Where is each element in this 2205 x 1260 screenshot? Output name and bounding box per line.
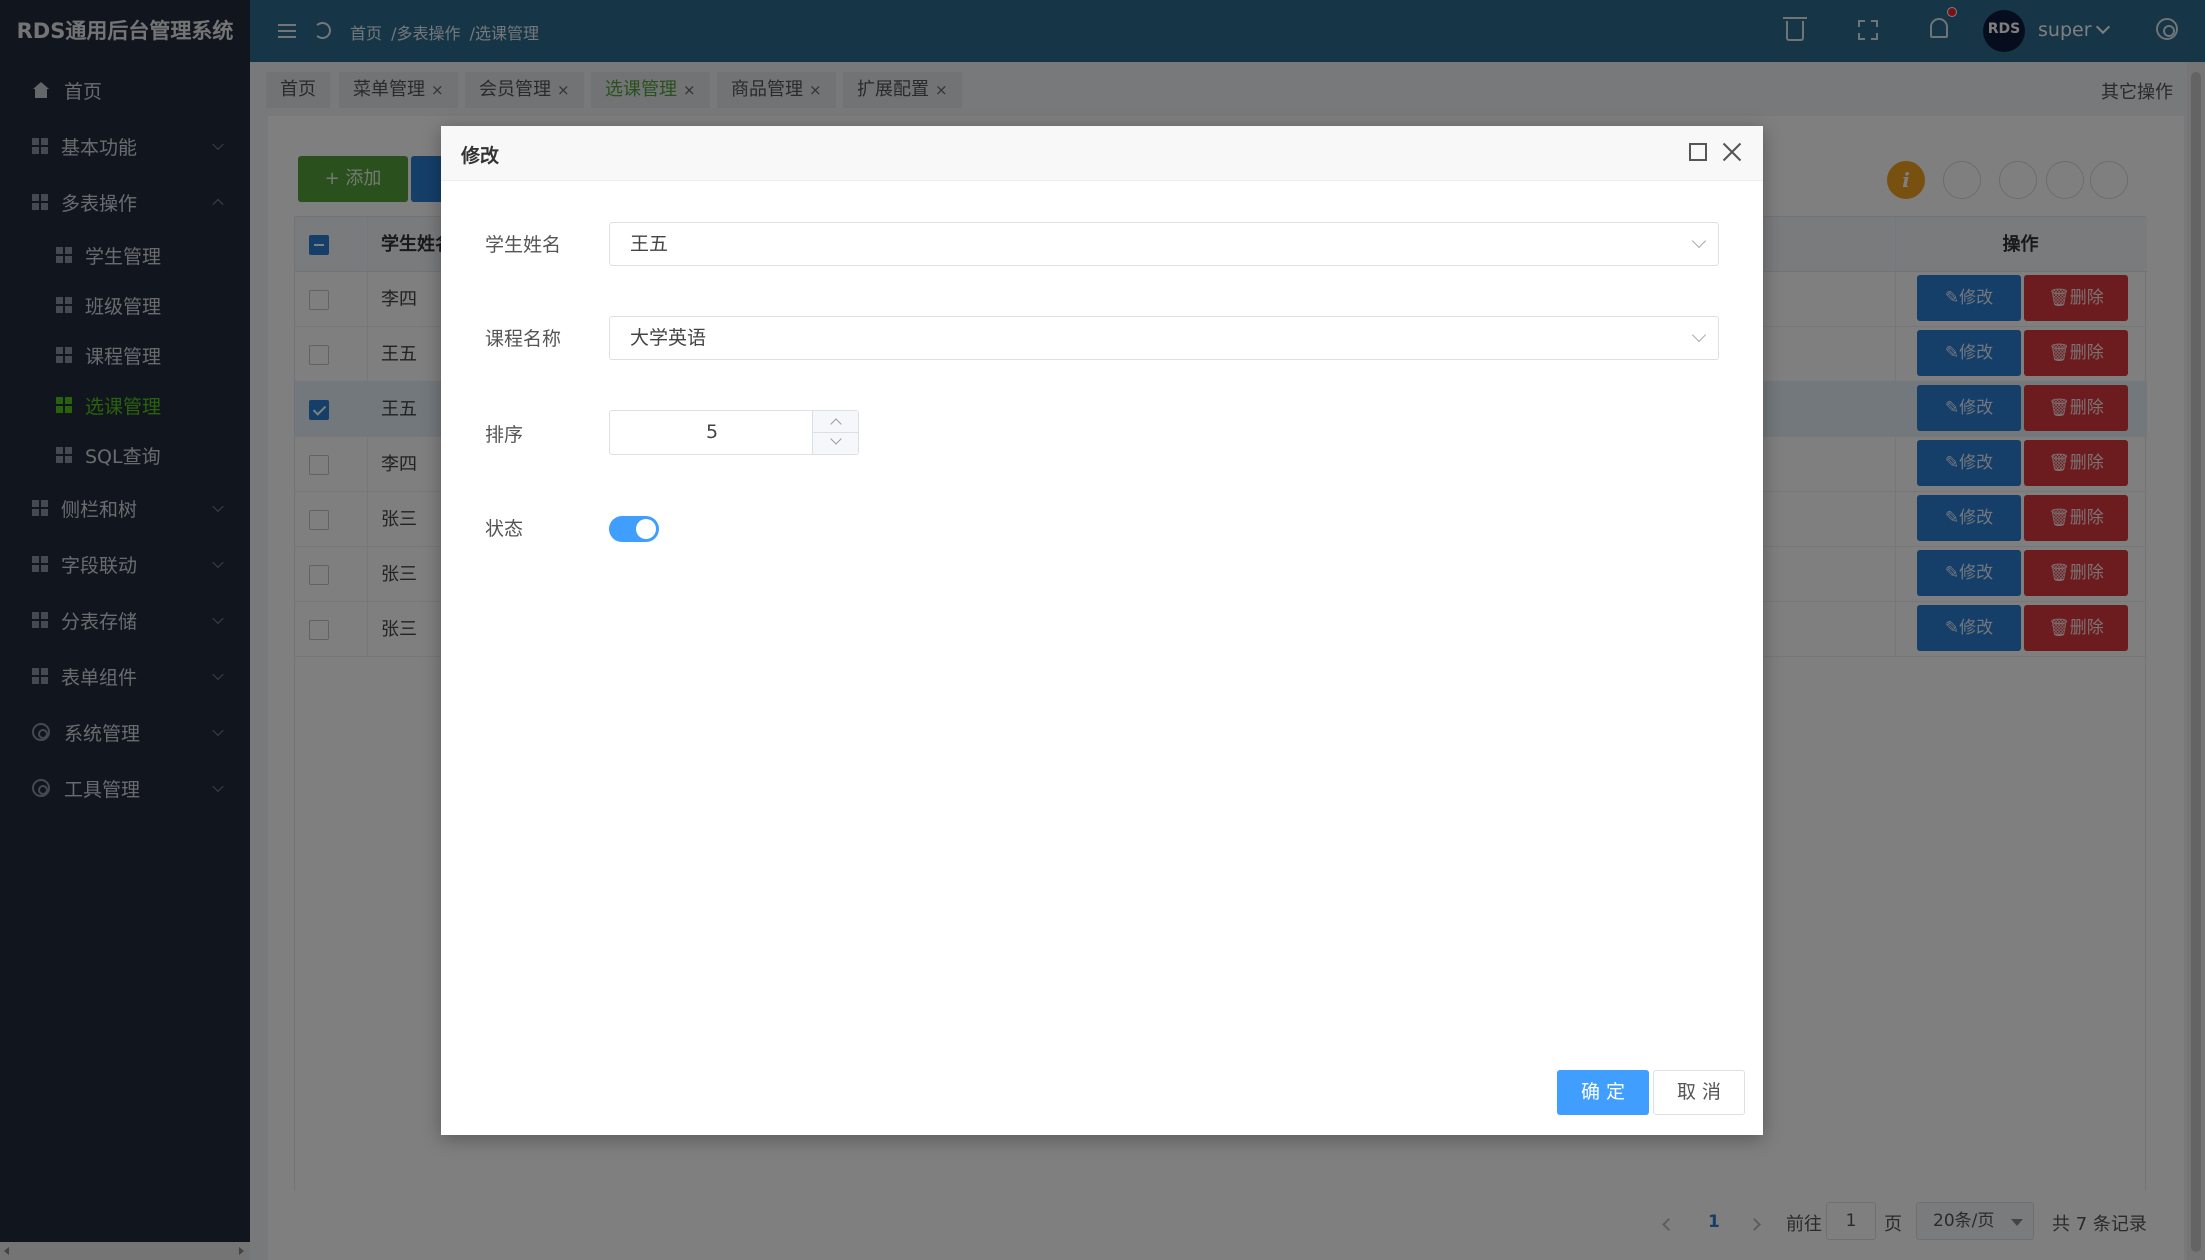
- course-name-label: 课程名称: [485, 328, 562, 350]
- course-name-value: 大学英语: [630, 327, 707, 349]
- status-label: 状态: [485, 518, 524, 540]
- increment-icon[interactable]: [830, 418, 842, 430]
- student-name-select[interactable]: 王五: [609, 222, 1719, 266]
- maximize-icon[interactable]: [1689, 143, 1707, 161]
- cancel-button[interactable]: 取 消: [1653, 1070, 1745, 1115]
- stepper: [812, 411, 859, 454]
- dialog-title: 修改: [461, 145, 500, 167]
- student-name-label: 学生姓名: [485, 234, 562, 256]
- chevron-down-icon: [1691, 233, 1707, 249]
- chevron-down-icon: [1691, 327, 1707, 343]
- status-toggle[interactable]: [609, 516, 659, 542]
- sort-value[interactable]: 5: [610, 411, 814, 454]
- course-name-select[interactable]: 大学英语: [609, 316, 1719, 360]
- decrement-icon[interactable]: [830, 433, 842, 445]
- dialog-header: 修改: [441, 126, 1763, 181]
- edit-dialog: 修改 学生姓名 王五 课程名称 大学英语 排序 5 状态 确 定 取 消: [441, 126, 1763, 1135]
- sort-label: 排序: [485, 424, 524, 446]
- confirm-button[interactable]: 确 定: [1557, 1070, 1649, 1115]
- student-name-value: 王五: [630, 233, 669, 255]
- close-icon[interactable]: [1721, 140, 1743, 162]
- sort-number-input[interactable]: 5: [609, 410, 859, 455]
